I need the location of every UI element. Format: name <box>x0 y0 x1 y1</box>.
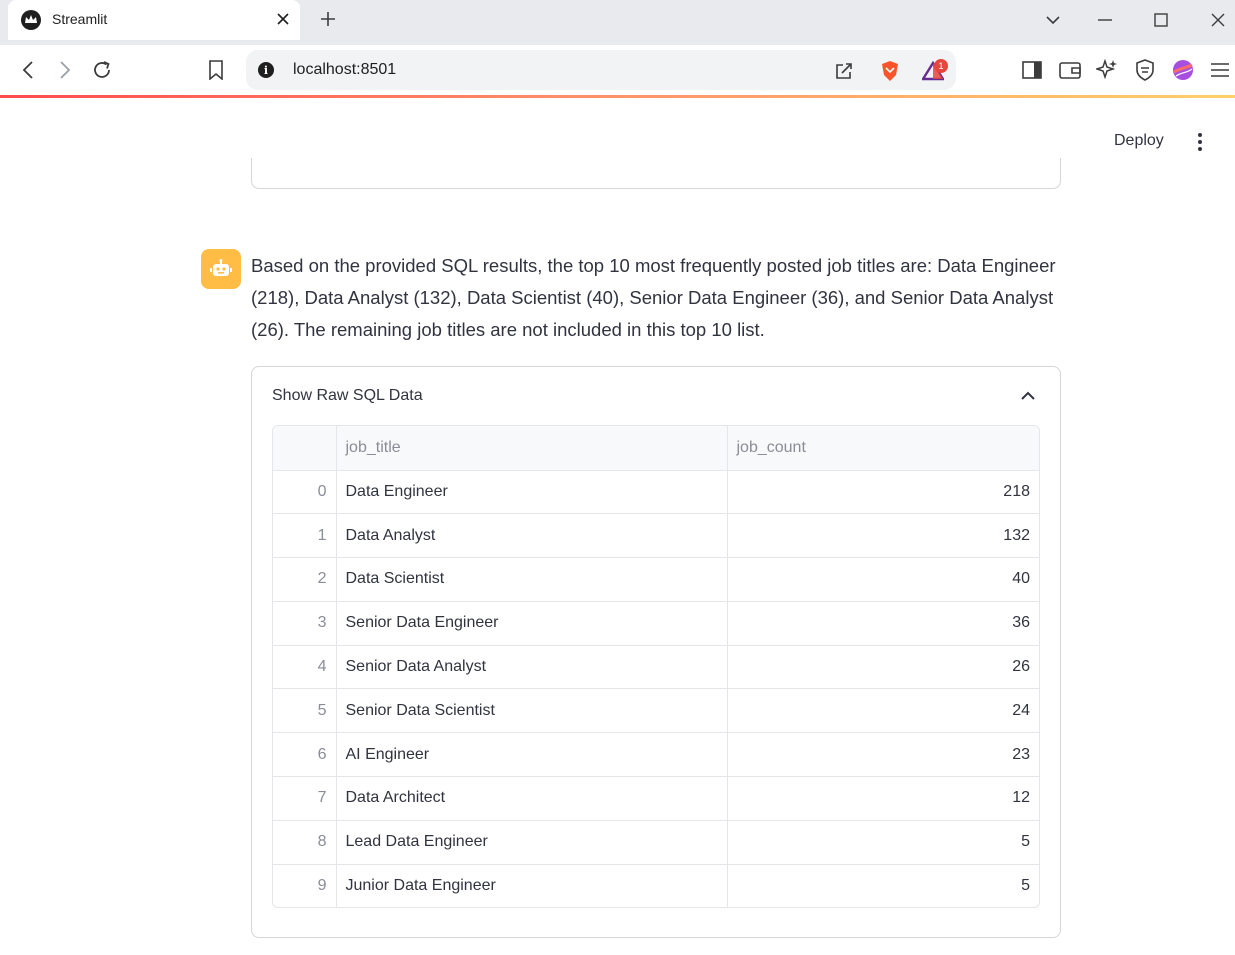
window-close-icon[interactable] <box>1203 8 1233 32</box>
bookmark-icon[interactable] <box>203 57 229 83</box>
site-info-icon[interactable]: i <box>258 62 274 78</box>
sql-dataframe[interactable]: job_title job_count 0 Data Engineer 21 8 … <box>272 425 1040 908</box>
job-title-cell[interactable]: Data Analyst <box>336 513 728 559</box>
tab-title: Streamlit <box>52 11 108 27</box>
tab-search-chevron-icon[interactable] <box>1038 8 1068 32</box>
job-count-cell[interactable]: 26 <box>727 645 1039 690</box>
job-title-cell[interactable]: Senior Data Engineer <box>336 601 728 646</box>
browser-menu-icon[interactable] <box>1208 58 1232 82</box>
row-index: 9 <box>273 864 337 907</box>
wallet-icon[interactable] <box>1058 58 1082 82</box>
address-bar[interactable]: i localhost:8501 1 <box>246 50 956 90</box>
row-index: 7 <box>273 776 337 821</box>
url-text[interactable]: localhost:8501 <box>293 61 396 79</box>
row-index: 1 <box>273 513 337 559</box>
maximize-icon[interactable] <box>1146 8 1176 32</box>
row-index: 5 <box>273 688 337 734</box>
job-title-cell[interactable]: Senior Data Analyst <box>336 645 728 690</box>
main-menu-icon[interactable] <box>1190 131 1210 153</box>
table-row[interactable]: 8 Lead Data Engineer 5 <box>273 820 1039 865</box>
row-index: 3 <box>273 601 337 646</box>
new-tab-icon[interactable] <box>316 7 340 31</box>
column-header-job-title[interactable]: job_title <box>336 426 728 471</box>
table-row[interactable]: 9 Junior Data Engineer 5 <box>273 864 1039 907</box>
raw-sql-expander: Show Raw SQL Data job_title job_count 0 <box>251 366 1061 938</box>
row-index: 2 <box>273 557 337 602</box>
column-header-job-count[interactable]: job_count <box>727 426 1039 471</box>
browser-tabstrip: Streamlit <box>0 0 1235 45</box>
job-title-cell[interactable]: Senior Data Scientist <box>336 688 728 734</box>
job-title-cell[interactable]: AI Engineer <box>336 732 728 778</box>
index-column-header <box>273 426 337 471</box>
row-index: 6 <box>273 732 337 778</box>
job-title-cell[interactable]: Junior Data Engineer <box>336 864 728 907</box>
deploy-button[interactable]: Deploy <box>1108 130 1170 152</box>
table-row[interactable]: 5 Senior Data Scientist 24 <box>273 688 1039 734</box>
table-row[interactable]: 4 Senior Data Analyst 26 <box>273 645 1039 690</box>
previous-expander-bottom <box>251 158 1061 189</box>
table-row[interactable]: 3 Senior Data Engineer 36 <box>273 601 1039 646</box>
forward-icon[interactable] <box>52 57 78 83</box>
minimize-icon[interactable] <box>1090 8 1120 32</box>
row-index: 8 <box>273 820 337 865</box>
table-row[interactable]: 7 Data Architect 12 <box>273 776 1039 821</box>
share-icon[interactable] <box>832 59 856 83</box>
table-row[interactable]: 0 Data Engineer 218 <box>273 470 1039 515</box>
row-index: 0 <box>273 470 337 515</box>
assistant-message: Based on the provided SQL results, the t… <box>251 255 1056 340</box>
leo-ai-icon[interactable] <box>1095 58 1119 82</box>
reload-icon[interactable] <box>89 57 115 83</box>
expander-header[interactable]: Show Raw SQL Data <box>252 367 1060 425</box>
table-row[interactable]: 6 AI Engineer 23 <box>273 732 1039 778</box>
job-count-cell[interactable]: 5 <box>727 864 1039 907</box>
job-count-cell[interactable]: 5 <box>727 820 1039 865</box>
expander-label: Show Raw SQL Data <box>272 387 423 404</box>
job-title-cell[interactable]: Data Engineer <box>336 470 728 515</box>
job-title-cell[interactable]: Lead Data Engineer <box>336 820 728 865</box>
browser-tab[interactable]: Streamlit <box>8 0 300 40</box>
table-header-row: job_title job_count <box>273 426 1039 471</box>
sidebar-toggle-icon[interactable] <box>1020 58 1044 82</box>
profile-avatar-icon[interactable] <box>1171 58 1195 82</box>
brave-shield-icon[interactable] <box>878 59 902 83</box>
table-row[interactable]: 1 Data Analyst 132 <box>273 513 1039 559</box>
job-count-cell[interactable]: 36 <box>727 601 1039 646</box>
browser-toolbar: i localhost:8501 1 <box>0 45 1235 95</box>
streamlit-favicon-icon <box>21 10 41 30</box>
job-count-cell[interactable]: 12 <box>727 776 1039 821</box>
tab-close-icon[interactable] <box>272 8 294 30</box>
job-count-cell[interactable]: 40 <box>727 557 1039 602</box>
job-title-cell[interactable]: Data Architect <box>336 776 728 821</box>
table-row[interactable]: 2 Data Scientist 40 <box>273 557 1039 602</box>
job-count-cell[interactable]: 218 <box>727 470 1039 515</box>
vpn-shield-icon[interactable] <box>1133 58 1157 82</box>
job-title-cell[interactable]: Data Scientist <box>336 557 728 602</box>
job-count-cell[interactable]: 24 <box>727 688 1039 734</box>
back-icon[interactable] <box>15 57 41 83</box>
assistant-avatar-icon <box>201 249 241 289</box>
streamlit-page: Deploy Based on the provided SQL results… <box>0 98 1235 955</box>
job-count-cell[interactable]: 132 <box>727 513 1039 559</box>
row-index: 4 <box>273 645 337 690</box>
rewards-badge: 1 <box>934 59 948 73</box>
job-count-cell[interactable]: 23 <box>727 732 1039 778</box>
chevron-up-icon[interactable] <box>1016 383 1040 407</box>
